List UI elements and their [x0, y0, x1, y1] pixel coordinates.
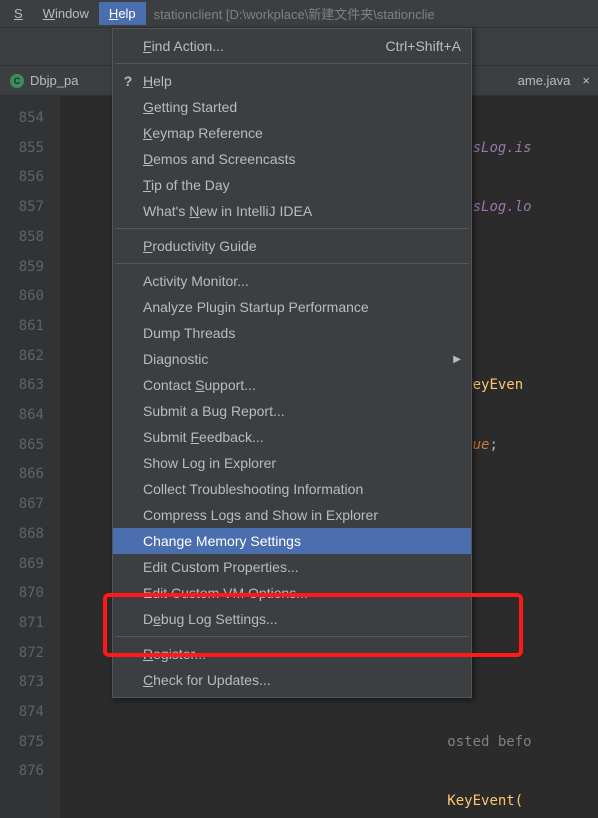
line-number: 861: [0, 312, 44, 342]
tab-right[interactable]: ame.java ×: [508, 66, 598, 95]
menu-demos[interactable]: Demos and Screencasts: [113, 146, 471, 172]
menu-s[interactable]: S: [4, 2, 33, 25]
shortcut-label: Ctrl+Shift+A: [386, 38, 461, 54]
line-number: 872: [0, 639, 44, 669]
menu-contact-support[interactable]: Contact Support...: [113, 372, 471, 398]
menu-getting-started[interactable]: Getting Started: [113, 94, 471, 120]
tab-left[interactable]: C Dbjp_pa: [0, 66, 88, 95]
menu-compress-logs[interactable]: Compress Logs and Show in Explorer: [113, 502, 471, 528]
help-menu-dropdown: Find Action... Ctrl+Shift+A ? Help Getti…: [112, 28, 472, 698]
line-number: 857: [0, 193, 44, 223]
menu-check-updates[interactable]: Check for Updates...: [113, 667, 471, 693]
close-icon[interactable]: ×: [582, 73, 590, 88]
separator: [115, 636, 469, 637]
line-number: 871: [0, 609, 44, 639]
project-title: stationclient [D:\workplace\新建文件夹\statio…: [154, 4, 435, 23]
menu-register[interactable]: Register...: [113, 641, 471, 667]
menu-change-memory-settings[interactable]: Change Memory Settings: [113, 528, 471, 554]
menu-edit-custom-vm[interactable]: Edit Custom VM Options...: [113, 580, 471, 606]
line-number: 860: [0, 282, 44, 312]
menu-edit-custom-properties[interactable]: Edit Custom Properties...: [113, 554, 471, 580]
menu-activity-monitor[interactable]: Activity Monitor...: [113, 268, 471, 294]
menu-submit-feedback[interactable]: Submit Feedback...: [113, 424, 471, 450]
line-number: 858: [0, 223, 44, 253]
menu-analyze-plugin-startup[interactable]: Analyze Plugin Startup Performance: [113, 294, 471, 320]
line-number: 870: [0, 579, 44, 609]
line-number: 859: [0, 253, 44, 283]
class-icon: C: [10, 74, 24, 88]
separator: [115, 263, 469, 264]
line-number: 863: [0, 371, 44, 401]
menu-keymap-reference[interactable]: Keymap Reference: [113, 120, 471, 146]
tab-label: ame.java: [518, 73, 571, 88]
menu-troubleshoot[interactable]: Collect Troubleshooting Information: [113, 476, 471, 502]
menu-submit-bug[interactable]: Submit a Bug Report...: [113, 398, 471, 424]
line-number: 864: [0, 401, 44, 431]
menu-tip-of-the-day[interactable]: Tip of the Day: [113, 172, 471, 198]
menu-productivity-guide[interactable]: Productivity Guide: [113, 233, 471, 259]
line-number: 876: [0, 757, 44, 787]
line-number: 854: [0, 104, 44, 134]
line-number: 869: [0, 550, 44, 580]
line-number: 865: [0, 431, 44, 461]
line-number: 856: [0, 163, 44, 193]
separator: [115, 228, 469, 229]
menu-help[interactable]: ? Help: [113, 68, 471, 94]
menu-whats-new[interactable]: What's New in IntelliJ IDEA: [113, 198, 471, 224]
chevron-right-icon: ▶: [453, 354, 461, 365]
menu-help[interactable]: Help: [99, 2, 146, 25]
line-number: 866: [0, 460, 44, 490]
menu-window[interactable]: Window: [33, 2, 99, 25]
line-number: 873: [0, 668, 44, 698]
menu-show-log[interactable]: Show Log in Explorer: [113, 450, 471, 476]
line-number: 875: [0, 728, 44, 758]
menubar: S Window Help stationclient [D:\workplac…: [0, 0, 598, 28]
line-number: 874: [0, 698, 44, 728]
separator: [115, 63, 469, 64]
gutter: 854 855 856 857 858 859 860 861 862 863 …: [0, 96, 60, 818]
line-number: 862: [0, 342, 44, 372]
help-icon: ?: [120, 73, 136, 89]
line-number: 855: [0, 134, 44, 164]
menu-dump-threads[interactable]: Dump Threads: [113, 320, 471, 346]
tab-label: Dbjp_pa: [30, 73, 78, 88]
line-number: 868: [0, 520, 44, 550]
menu-debug-log-settings[interactable]: Debug Log Settings...: [113, 606, 471, 632]
menu-find-action[interactable]: Find Action... Ctrl+Shift+A: [113, 33, 471, 59]
line-number: 867: [0, 490, 44, 520]
menu-diagnostic[interactable]: Diagnostic ▶: [113, 346, 471, 372]
